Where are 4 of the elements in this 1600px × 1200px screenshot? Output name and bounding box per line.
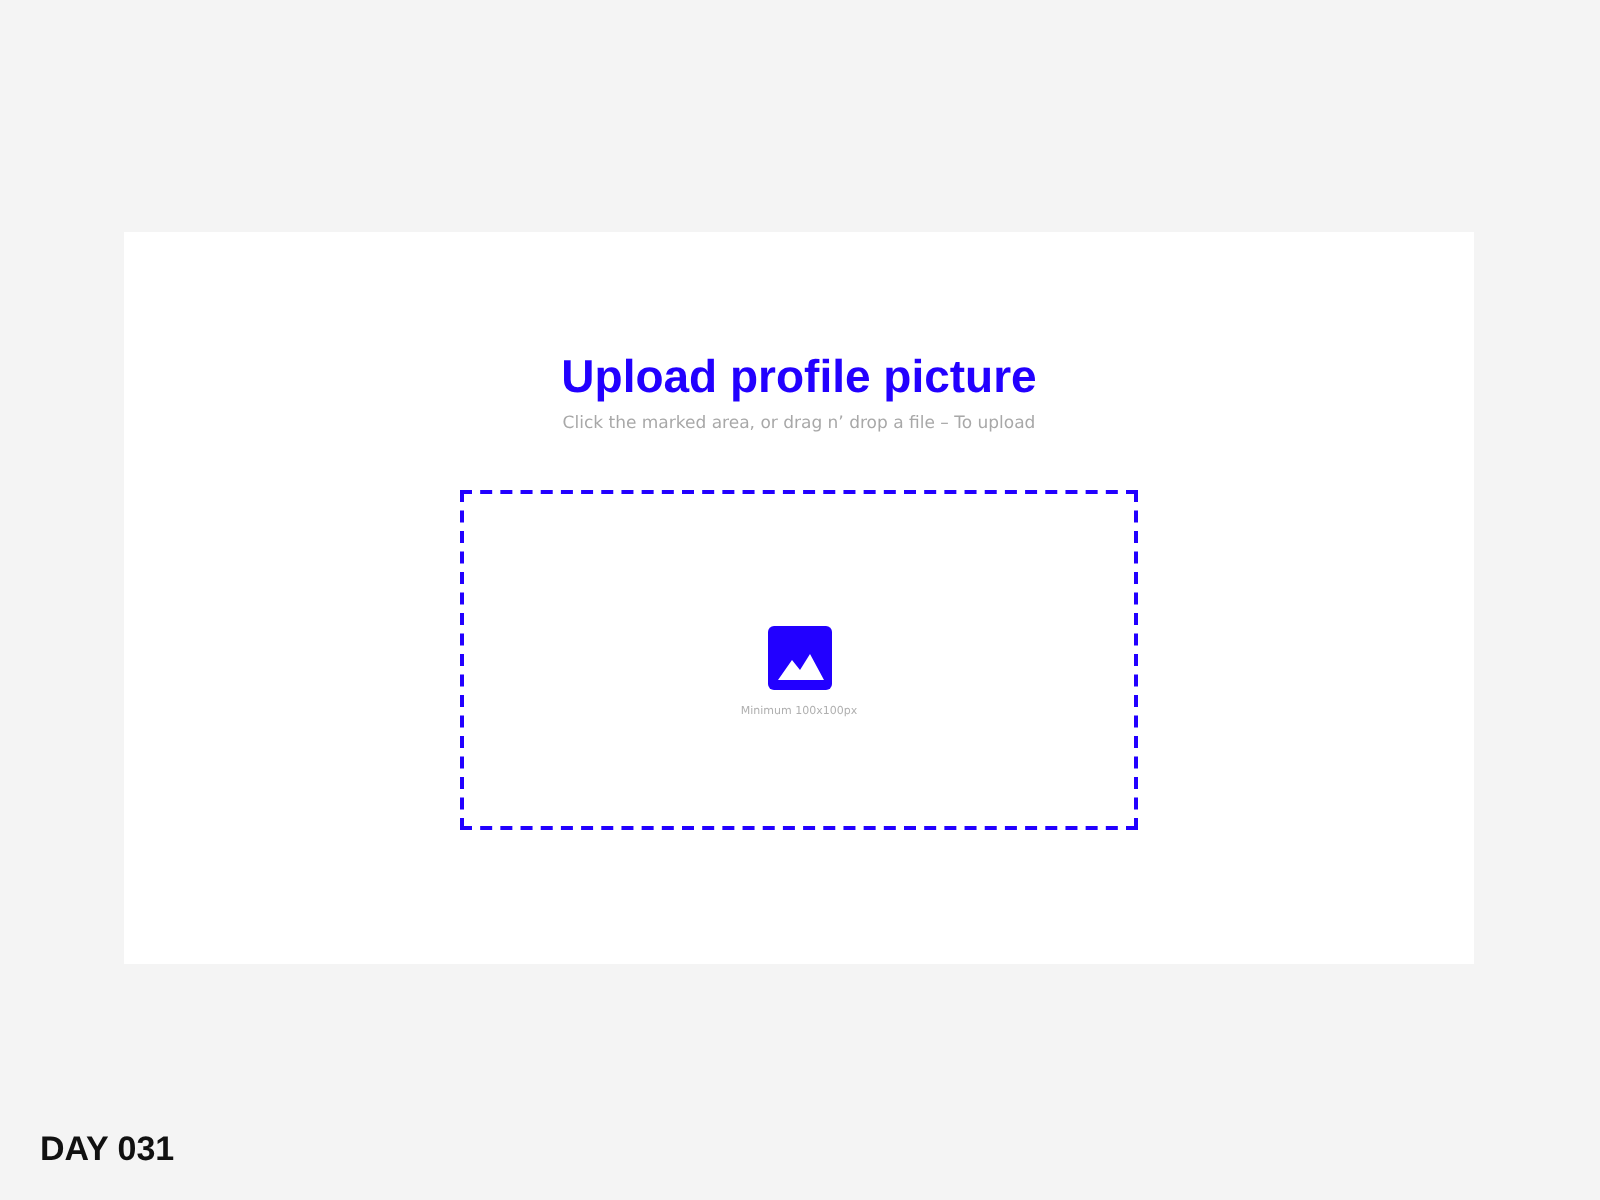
day-label: DAY 031 [40,1130,175,1170]
image-icon [767,626,831,690]
card-subtitle: Click the marked area, or drag n’ drop a file – To upload [562,412,1036,436]
card-title: Upload profile picture [561,350,1037,402]
